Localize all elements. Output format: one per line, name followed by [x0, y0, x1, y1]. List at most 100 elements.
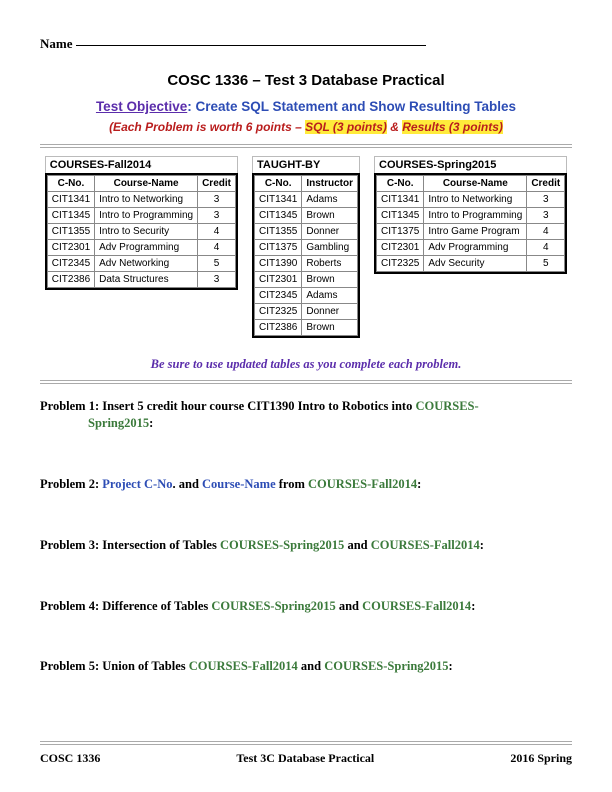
- objective-label: Test Objective: [96, 99, 187, 114]
- table-cell: CIT2325: [377, 256, 424, 272]
- col-credit: Credit: [527, 176, 565, 192]
- name-underline: [76, 45, 426, 46]
- table-cell: Adv Programming: [424, 240, 527, 256]
- table-cell: CIT1390: [254, 256, 301, 272]
- problem-4: Problem 4: Difference of Tables COURSES-…: [40, 598, 572, 615]
- table-cell: Intro to Networking: [95, 192, 198, 208]
- col-cno: C-No.: [377, 176, 424, 192]
- p5-g1: COURSES-Fall2014: [189, 659, 298, 673]
- tables-container: COURSES-Fall2014 C-No. Course-Name Credi…: [40, 156, 572, 341]
- table-row: CIT1355Donner: [254, 224, 357, 240]
- p3-tail: :: [480, 538, 484, 552]
- table-row: CIT1345Brown: [254, 208, 357, 224]
- table-cell: CIT2386: [254, 320, 301, 336]
- table-cell: CIT2345: [47, 256, 94, 272]
- table-row: CIT1341Intro to Networking3: [47, 192, 235, 208]
- p2-blue2: Course-Name: [202, 477, 276, 491]
- col-coursename: Course-Name: [424, 176, 527, 192]
- table-header-row: C-No. Course-Name Credit: [47, 176, 235, 192]
- p2-tail: :: [417, 477, 421, 491]
- table-row: CIT1345Intro to Programming3: [377, 208, 565, 224]
- table-row: CIT1355Intro to Security4: [47, 224, 235, 240]
- table-cell: CIT1355: [254, 224, 301, 240]
- table-taughtby-block: TAUGHT-BY C-No. Instructor CIT1341AdamsC…: [252, 156, 360, 341]
- table-cell: Data Structures: [95, 272, 198, 288]
- table-row: CIT1375Gambling: [254, 240, 357, 256]
- table-row: CIT2325Adv Security5: [377, 256, 565, 272]
- col-cno: C-No.: [254, 176, 301, 192]
- p5-lead: Problem 5: Union of Tables: [40, 659, 189, 673]
- p5-tail: :: [449, 659, 453, 673]
- table-header-row: C-No. Course-Name Credit: [377, 176, 565, 192]
- table-cell: CIT2345: [254, 288, 301, 304]
- table-cell: 3: [527, 192, 565, 208]
- table-cell: 3: [198, 272, 236, 288]
- table-cell: CIT1375: [254, 240, 301, 256]
- table-cell: CIT2301: [254, 272, 301, 288]
- table-spring2015-title: COURSES-Spring2015: [374, 156, 567, 173]
- table-cell: 3: [198, 192, 236, 208]
- table-fall2014-block: COURSES-Fall2014 C-No. Course-Name Credi…: [45, 156, 238, 341]
- table-cell: Intro to Networking: [424, 192, 527, 208]
- table-cell: 4: [198, 240, 236, 256]
- table-cell: CIT2386: [47, 272, 94, 288]
- table-row: CIT2345Adams: [254, 288, 357, 304]
- problem-3: Problem 3: Intersection of Tables COURSE…: [40, 537, 572, 554]
- table-cell: CIT1345: [47, 208, 94, 224]
- p4-tail: :: [471, 599, 475, 613]
- p2-blue1: Project C-No: [102, 477, 172, 491]
- table-cell: 3: [527, 208, 565, 224]
- p4-lead: Problem 4: Difference of Tables: [40, 599, 211, 613]
- p2-mid2: from: [276, 477, 308, 491]
- table-cell: CIT1341: [377, 192, 424, 208]
- table-cell: CIT1355: [47, 224, 94, 240]
- table-row: CIT2325Donner: [254, 304, 357, 320]
- table-cell: 5: [527, 256, 565, 272]
- problem-2: Problem 2: Project C-No. and Course-Name…: [40, 476, 572, 493]
- table-row: CIT2301Adv Programming4: [377, 240, 565, 256]
- table-fall2014: C-No. Course-Name Credit CIT1341Intro to…: [47, 175, 236, 288]
- table-row: CIT1390Roberts: [254, 256, 357, 272]
- table-cell: Intro to Security: [95, 224, 198, 240]
- p1-green1: COURSES-: [415, 399, 478, 413]
- p4-g1: COURSES-Spring2015: [211, 599, 335, 613]
- name-field: Name: [40, 36, 572, 52]
- p3-g2: COURSES-Fall2014: [371, 538, 480, 552]
- table-cell: Adams: [302, 288, 358, 304]
- table-row: CIT2301Adv Programming4: [47, 240, 235, 256]
- table-row: CIT1345Intro to Programming3: [47, 208, 235, 224]
- p4-and: and: [336, 599, 362, 613]
- page-title: COSC 1336 – Test 3 Database Practical: [40, 72, 572, 89]
- table-cell: CIT2325: [254, 304, 301, 320]
- col-instructor: Instructor: [302, 176, 358, 192]
- p2-mid1: . and: [173, 477, 203, 491]
- p1-tail: :: [149, 416, 153, 430]
- scoring-sql: SQL (3 points): [305, 120, 387, 134]
- name-label: Name: [40, 36, 73, 51]
- table-cell: Intro Game Program: [424, 224, 527, 240]
- table-cell: Intro to Programming: [424, 208, 527, 224]
- p5-and: and: [298, 659, 324, 673]
- p3-and: and: [344, 538, 370, 552]
- col-coursename: Course-Name: [95, 176, 198, 192]
- table-taughtby-title: TAUGHT-BY: [252, 156, 360, 173]
- objective-text: : Create SQL Statement and Show Resultin…: [187, 99, 516, 114]
- table-row: CIT2301Brown: [254, 272, 357, 288]
- footer-left: COSC 1336: [40, 751, 100, 766]
- p2-green: COURSES-Fall2014: [308, 477, 417, 491]
- test-objective: Test Objective: Create SQL Statement and…: [40, 99, 572, 114]
- table-cell: Roberts: [302, 256, 358, 272]
- divider-top: [40, 144, 572, 148]
- p1-lead: Problem 1: Insert 5 credit hour course C…: [40, 399, 415, 413]
- table-cell: 4: [527, 224, 565, 240]
- table-cell: Adv Programming: [95, 240, 198, 256]
- table-cell: Brown: [302, 208, 358, 224]
- table-cell: CIT1375: [377, 224, 424, 240]
- update-note: Be sure to use updated tables as you com…: [40, 357, 572, 372]
- p5-g2: COURSES-Spring2015: [324, 659, 448, 673]
- table-cell: Adv Security: [424, 256, 527, 272]
- footer-center: Test 3C Database Practical: [236, 751, 374, 766]
- table-header-row: C-No. Instructor: [254, 176, 357, 192]
- table-row: CIT2386Data Structures3: [47, 272, 235, 288]
- table-cell: Donner: [302, 224, 358, 240]
